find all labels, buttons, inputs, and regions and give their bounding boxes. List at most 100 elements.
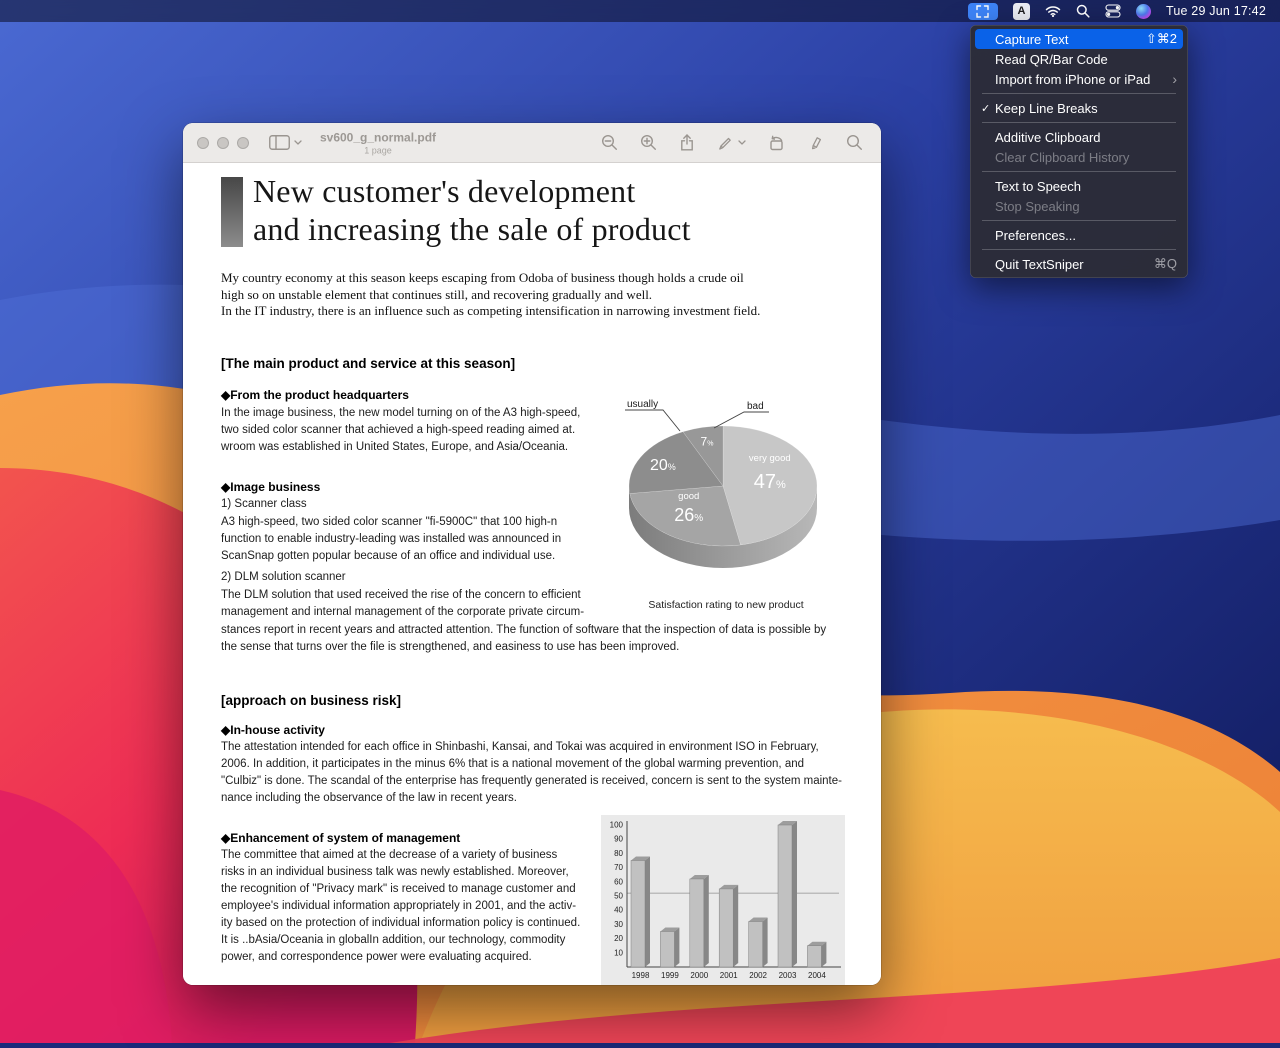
search-icon[interactable] xyxy=(846,134,863,151)
menu-item-shortcut: ⌘Q xyxy=(1154,256,1177,272)
enhancement-management-body: The committee that aimed at the decrease… xyxy=(221,847,589,966)
svg-text:30: 30 xyxy=(614,919,623,928)
textsniper-menu: Capture Text ⇧⌘2 Read QR/Bar Code Import fr… xyxy=(970,25,1188,278)
menu-item-capture-text[interactable]: Capture Text ⇧⌘2 xyxy=(975,29,1183,49)
menu-item-stop-speaking: Stop Speaking xyxy=(975,196,1183,216)
menu-item-text-to-speech[interactable]: Text to Speech xyxy=(975,176,1183,196)
svg-text:bad: bad xyxy=(747,401,764,412)
menu-item-label: Preferences... xyxy=(995,228,1177,243)
menu-separator xyxy=(982,220,1176,221)
svg-text:2004: 2004 xyxy=(808,971,826,980)
svg-text:2002: 2002 xyxy=(749,971,767,980)
menu-bar: A Tue 29 Jun 17:42 xyxy=(0,0,1280,22)
menu-separator xyxy=(982,249,1176,250)
svg-text:50: 50 xyxy=(614,891,623,900)
scanner-class-body: A3 high-speed, two sided color scanner "… xyxy=(221,514,593,565)
pie-chart-caption: Satisfaction rating to new product xyxy=(601,599,851,611)
pie-chart-svg: very good47%good26%20%7%usuallybad xyxy=(601,390,851,592)
menu-item-shortcut: ⇧⌘2 xyxy=(1146,31,1177,47)
subheading-product-headquarters: ◆From the product headquarters xyxy=(221,388,593,403)
highlighter-icon[interactable] xyxy=(808,135,824,151)
menu-item-label: Clear Clipboard History xyxy=(995,150,1177,165)
satisfaction-pie-chart: very good47%good26%20%7%usuallybad Satis… xyxy=(601,390,851,621)
zoom-button[interactable] xyxy=(237,137,249,149)
svg-text:20: 20 xyxy=(614,934,623,943)
menu-separator xyxy=(982,171,1176,172)
menu-item-additive-clipboard[interactable]: Additive Clipboard xyxy=(975,127,1183,147)
subheading-enhancement-management: ◆Enhancement of system of management xyxy=(221,831,589,846)
menu-item-preferences[interactable]: Preferences... xyxy=(975,225,1183,245)
window-titlebar[interactable]: sv600_g_normal.pdf 1 page xyxy=(183,123,881,163)
menu-item-label: Capture Text xyxy=(995,32,1138,47)
document-title-line1: New customer's development xyxy=(253,173,635,209)
spotlight-search-icon[interactable] xyxy=(1076,4,1090,18)
textsniper-menu-items: Capture Text ⇧⌘2 Read QR/Bar Code Import fr… xyxy=(970,29,1188,274)
svg-text:80: 80 xyxy=(614,848,623,857)
svg-text:good: good xyxy=(678,491,699,502)
checkmark-icon: ✓ xyxy=(981,102,995,115)
control-center-icon[interactable] xyxy=(1105,4,1121,18)
menu-bar-status-items: A Tue 29 Jun 17:42 xyxy=(968,0,1280,22)
scanner-class-item: 1) Scanner class xyxy=(221,496,593,513)
svg-text:60: 60 xyxy=(614,877,623,886)
section-heading-business-risk: [approach on business risk] xyxy=(221,693,853,708)
document-title-line2: and increasing the sale of product xyxy=(253,211,691,247)
menu-item-label: Additive Clipboard xyxy=(995,130,1177,145)
menu-item-keep-line-breaks[interactable]: ✓Keep Line Breaks xyxy=(975,98,1183,118)
page-count: 1 page xyxy=(283,145,473,155)
markup-chevron-icon[interactable] xyxy=(738,140,746,145)
in-house-activity-body: The attestation intended for each office… xyxy=(221,739,853,807)
zoom-in-icon[interactable] xyxy=(640,134,657,151)
dlm-solution-body: The DLM solution that used received the … xyxy=(221,587,593,621)
dlm-solution-body-continued: stances report in recent years and attra… xyxy=(221,622,853,656)
menu-separator xyxy=(982,93,1176,94)
minimize-button[interactable] xyxy=(217,137,229,149)
input-source-a-icon[interactable]: A xyxy=(1013,3,1030,20)
svg-text:90: 90 xyxy=(614,834,623,843)
intro-paragraph: My country economy at this season keeps … xyxy=(221,270,853,320)
menu-item-quit-textsniper[interactable]: Quit TextSniper ⌘Q xyxy=(975,254,1183,274)
window-controls xyxy=(183,137,249,149)
menu-item-label: Import from iPhone or iPad xyxy=(995,72,1164,87)
markup-pen-icon[interactable] xyxy=(717,135,733,151)
zoom-out-icon[interactable] xyxy=(601,134,618,151)
sales-bar-chart: 10 20 30 40 50 60 70 80 90 100 1998 1999 2000 2001 200… xyxy=(601,815,845,986)
pdf-page: New customer's development and increasin… xyxy=(183,164,881,985)
section-heading-main-product: [The main product and service at this se… xyxy=(221,356,853,371)
menu-separator xyxy=(982,122,1176,123)
svg-text:2000: 2000 xyxy=(690,971,708,980)
close-button[interactable] xyxy=(197,137,209,149)
window-toolbar xyxy=(601,134,881,151)
wifi-icon[interactable] xyxy=(1045,5,1061,17)
dlm-solution-item: 2) DLM solution scanner xyxy=(221,569,593,586)
svg-text:70: 70 xyxy=(614,863,623,872)
menu-item-read-qr-bar-code[interactable]: Read QR/Bar Code xyxy=(975,49,1183,69)
svg-text:1998: 1998 xyxy=(632,971,650,980)
menu-item-label: Text to Speech xyxy=(995,179,1177,194)
svg-text:10: 10 xyxy=(614,948,623,957)
svg-text:1999: 1999 xyxy=(661,971,679,980)
menu-item-label: Keep Line Breaks xyxy=(995,101,1177,116)
menu-bar-clock[interactable]: Tue 29 Jun 17:42 xyxy=(1166,4,1266,18)
menu-item-label: Read QR/Bar Code xyxy=(995,52,1177,67)
window-title: sv600_g_normal.pdf xyxy=(283,130,473,144)
svg-text:100: 100 xyxy=(610,820,624,829)
svg-text:2001: 2001 xyxy=(720,971,738,980)
menu-item-import-from-iphone-or-ipad[interactable]: Import from iPhone or iPad › xyxy=(975,69,1183,89)
svg-text:usually: usually xyxy=(627,399,658,410)
svg-text:2003: 2003 xyxy=(779,971,797,980)
submenu-chevron-icon: › xyxy=(1172,72,1177,86)
rotate-icon[interactable] xyxy=(768,135,786,151)
menu-item-label: Stop Speaking xyxy=(995,199,1177,214)
svg-text:very good: very good xyxy=(749,453,791,464)
textsniper-capture-icon[interactable] xyxy=(968,3,998,20)
svg-text:40: 40 xyxy=(614,905,623,914)
menu-item-clear-clipboard-history: Clear Clipboard History xyxy=(975,147,1183,167)
window-title-block: sv600_g_normal.pdf 1 page xyxy=(283,130,473,155)
subheading-in-house-activity: ◆In-house activity xyxy=(221,723,853,738)
siri-icon[interactable] xyxy=(1136,4,1151,19)
product-headquarters-body: In the image business, the new model tur… xyxy=(221,405,593,456)
share-icon[interactable] xyxy=(679,134,695,151)
bar-chart-svg: 10 20 30 40 50 60 70 80 90 100 1998 1999 2000 2001 200… xyxy=(601,815,845,986)
menu-item-label: Quit TextSniper xyxy=(995,257,1146,272)
